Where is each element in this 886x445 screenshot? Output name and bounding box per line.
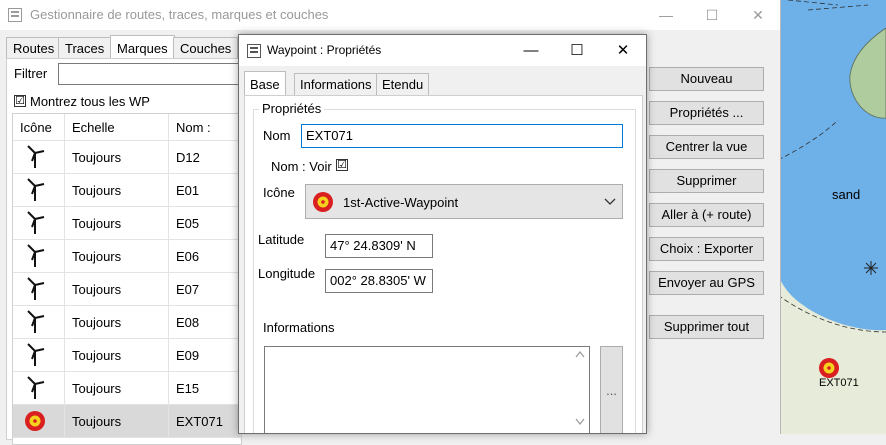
- goto-route-button[interactable]: Aller à (+ route): [649, 203, 764, 227]
- column-header-icon[interactable]: Icône: [13, 114, 65, 141]
- dialog-tab-informations[interactable]: Informations: [294, 73, 378, 96]
- table-row-selected[interactable]: Toujours EXT071: [13, 405, 241, 438]
- chart-map[interactable]: sand EXT071: [778, 0, 886, 434]
- dialog-tab-etendu[interactable]: Etendu: [376, 73, 430, 96]
- tab-routes[interactable]: Routes: [6, 37, 62, 60]
- row-scale: Toujours: [65, 207, 169, 240]
- wreck-symbol-icon: [864, 261, 878, 275]
- latitude-input[interactable]: 47° 24.8309' N: [325, 234, 433, 258]
- table-row[interactable]: Toujours D12: [13, 141, 241, 174]
- row-scale: Toujours: [65, 240, 169, 273]
- wind-turbine-icon: [27, 376, 45, 399]
- longitude-label: Longitude: [258, 266, 316, 281]
- row-scale: Toujours: [65, 339, 169, 372]
- row-name: EXT071: [169, 405, 241, 438]
- active-waypoint-icon: [313, 192, 333, 212]
- dialog-titlebar[interactable]: Waypoint : Propriétés — ☐ ✕: [239, 35, 646, 66]
- name-input[interactable]: EXT071: [301, 124, 623, 148]
- properties-button[interactable]: Propriétés ...: [649, 101, 764, 125]
- new-button[interactable]: Nouveau: [649, 67, 764, 91]
- row-name: E07: [169, 273, 241, 306]
- tab-traces[interactable]: Traces: [58, 37, 112, 60]
- app-icon: [8, 8, 22, 22]
- map-drawing: [778, 0, 886, 434]
- sand-label: sand: [832, 187, 861, 202]
- latitude-label: Latitude: [258, 232, 305, 247]
- map-waypoint-icon[interactable]: [819, 358, 839, 378]
- send-to-gps-button[interactable]: Envoyer au GPS: [649, 271, 764, 295]
- delete-button[interactable]: Supprimer: [649, 169, 764, 193]
- row-name: E15: [169, 372, 241, 405]
- tab-couches[interactable]: Couches: [173, 37, 239, 60]
- icon-label: Icône: [263, 185, 295, 200]
- row-name: E06: [169, 240, 241, 273]
- row-name: D12: [169, 141, 241, 174]
- row-scale: Toujours: [65, 273, 169, 306]
- wind-turbine-icon: [27, 277, 45, 300]
- scroll-up-icon[interactable]: [575, 350, 585, 358]
- properties-group-title: Propriétés: [259, 101, 325, 116]
- row-name: E08: [169, 306, 241, 339]
- main-titlebar[interactable]: Gestionnaire de routes, traces, marques …: [0, 0, 780, 30]
- row-scale: Toujours: [65, 306, 169, 339]
- active-waypoint-icon: [25, 411, 45, 431]
- row-scale: Toujours: [65, 174, 169, 207]
- longitude-input[interactable]: 002° 28.8305' W: [325, 269, 433, 293]
- row-scale: Toujours: [65, 141, 169, 174]
- show-name-checkbox[interactable]: ☑: [336, 159, 348, 171]
- wind-turbine-icon: [27, 343, 45, 366]
- row-name: E01: [169, 174, 241, 207]
- show-name-label: Nom : Voir: [271, 159, 332, 174]
- main-window-title: Gestionnaire de routes, traces, marques …: [30, 7, 329, 22]
- map-waypoint-label: EXT071: [819, 377, 859, 389]
- table-row[interactable]: Toujours E08: [13, 306, 241, 339]
- delete-all-button[interactable]: Supprimer tout: [649, 315, 764, 339]
- table-row[interactable]: Toujours E05: [13, 207, 241, 240]
- dialog-app-icon: [247, 44, 261, 58]
- export-selection-button[interactable]: Choix : Exporter: [649, 237, 764, 261]
- row-scale: Toujours: [65, 372, 169, 405]
- scroll-down-icon[interactable]: [575, 418, 585, 426]
- column-header-scale[interactable]: Echelle: [65, 114, 169, 141]
- icon-select-value: 1st-Active-Waypoint: [343, 195, 459, 210]
- center-view-button[interactable]: Centrer la vue: [649, 135, 764, 159]
- table-row[interactable]: Toujours E01: [13, 174, 241, 207]
- dialog-close-icon[interactable]: ✕: [600, 35, 646, 66]
- chevron-down-icon: [604, 198, 616, 205]
- informations-label: Informations: [263, 320, 335, 335]
- dialog-maximize-icon[interactable]: ☐: [554, 35, 600, 66]
- name-label: Nom: [263, 128, 291, 143]
- wind-turbine-icon: [27, 244, 45, 267]
- edit-informations-button[interactable]: ...: [600, 346, 623, 433]
- row-name: E09: [169, 339, 241, 372]
- close-icon[interactable]: ✕: [735, 0, 781, 30]
- dialog-tab-base[interactable]: Base: [244, 71, 286, 97]
- minimize-icon[interactable]: —: [643, 0, 689, 30]
- filter-label: Filtrer: [14, 66, 48, 81]
- wind-turbine-icon: [27, 145, 45, 168]
- icon-select[interactable]: 1st-Active-Waypoint: [305, 184, 623, 219]
- table-row[interactable]: Toujours E06: [13, 240, 241, 273]
- waypoint-properties-dialog: Waypoint : Propriétés — ☐ ✕ Base Informa…: [238, 34, 647, 434]
- wind-turbine-icon: [27, 178, 45, 201]
- wind-turbine-icon: [27, 211, 45, 234]
- table-row[interactable]: Toujours E07: [13, 273, 241, 306]
- row-scale: Toujours: [65, 405, 169, 438]
- row-name: E05: [169, 207, 241, 240]
- maximize-icon[interactable]: ☐: [689, 0, 735, 30]
- table-row[interactable]: Toujours E09: [13, 339, 241, 372]
- column-header-name[interactable]: Nom :: [169, 114, 241, 141]
- filter-input[interactable]: [58, 63, 240, 85]
- wind-turbine-icon: [27, 310, 45, 333]
- table-row[interactable]: Toujours E15: [13, 372, 241, 405]
- waypoint-table: Icône Echelle Nom : Toujours D12 Toujour…: [12, 113, 242, 445]
- show-all-label: Montrez tous les WP: [30, 94, 150, 109]
- informations-textarea[interactable]: [264, 346, 590, 433]
- dialog-title: Waypoint : Propriétés: [267, 43, 382, 57]
- show-all-checkbox[interactable]: ☑: [14, 95, 26, 107]
- dialog-minimize-icon[interactable]: —: [508, 35, 554, 66]
